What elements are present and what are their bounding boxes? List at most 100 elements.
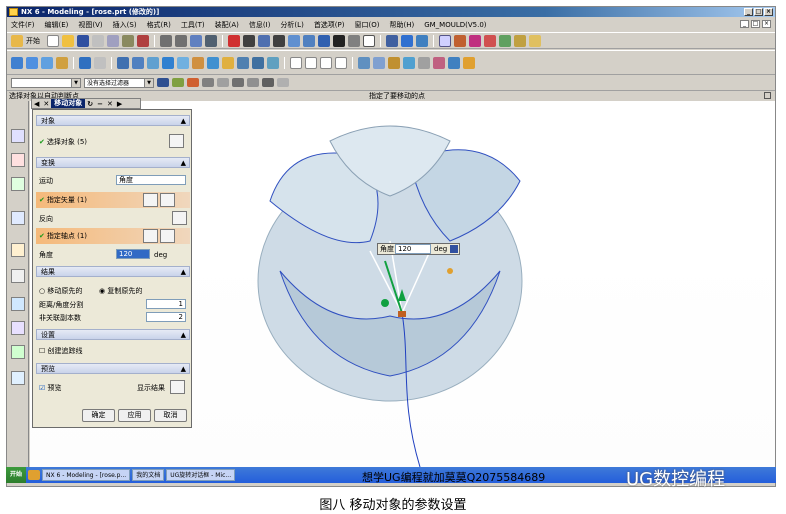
filter-combo[interactable]: 没有选择过滤器 ▼: [84, 77, 154, 88]
menu-preferences[interactable]: 首选项(P): [314, 20, 345, 30]
section-settings[interactable]: 设置 ▲: [36, 329, 190, 340]
transform-icon[interactable]: [433, 56, 445, 69]
vector-dialog-button[interactable]: [143, 193, 158, 207]
assembly-navigator-icon[interactable]: [11, 129, 25, 143]
sweep-icon[interactable]: [41, 56, 53, 69]
plane-icon[interactable]: [484, 34, 496, 47]
line-icon[interactable]: [290, 56, 302, 69]
edge-blend-icon[interactable]: [222, 56, 234, 69]
trim-body-icon[interactable]: [388, 56, 400, 69]
thicken-icon[interactable]: [418, 56, 430, 69]
preview-checkbox[interactable]: ☑ 预览: [39, 383, 62, 393]
axis-point-marker[interactable]: [398, 311, 406, 317]
menu-assemblies[interactable]: 装配(A): [215, 20, 239, 30]
revolve-icon[interactable]: [26, 56, 38, 69]
section-objects[interactable]: 对象 ▲: [36, 115, 190, 126]
select-objects-row[interactable]: ✔ 选择对象 (5): [39, 137, 87, 147]
task-word[interactable]: UG旋转对话框 - Mic...: [166, 469, 236, 481]
crosshair-select-button[interactable]: [169, 134, 184, 148]
unite-icon[interactable]: [117, 56, 129, 69]
menu-file[interactable]: 文件(F): [11, 20, 35, 30]
quick-launch-icon[interactable]: [28, 470, 41, 480]
select-icon[interactable]: [190, 34, 202, 47]
views-icon[interactable]: [348, 34, 360, 47]
open-folder-icon[interactable]: [62, 34, 74, 47]
rotate-icon[interactable]: [273, 34, 285, 47]
dialog-left-arrow-icon[interactable]: ◀: [32, 100, 41, 108]
save-icon[interactable]: [77, 34, 89, 47]
start-icon[interactable]: [11, 34, 23, 47]
section-transform[interactable]: 变换 ▲: [36, 157, 190, 168]
intersect-icon[interactable]: [147, 56, 159, 69]
snap-quadrant-icon[interactable]: [247, 78, 259, 87]
boss-icon[interactable]: [177, 56, 189, 69]
new-file-icon[interactable]: [47, 34, 59, 47]
copy-icon[interactable]: [107, 34, 119, 47]
menu-help[interactable]: 帮助(H): [389, 20, 414, 30]
popup-dropdown-icon[interactable]: [450, 245, 458, 253]
show-result-button[interactable]: [170, 380, 185, 394]
angle-input[interactable]: 120: [116, 249, 150, 259]
point-icon[interactable]: [469, 34, 481, 47]
move-original-radio[interactable]: ○ 移动原先的: [39, 286, 82, 296]
cancel-button[interactable]: 取消: [154, 409, 187, 422]
vector-type-button[interactable]: [160, 193, 175, 207]
datum-icon[interactable]: [454, 34, 466, 47]
subtract-icon[interactable]: [132, 56, 144, 69]
reuse-library-icon[interactable]: [11, 211, 25, 225]
mesh-icon[interactable]: [514, 34, 526, 47]
menu-edit[interactable]: 编辑(E): [45, 20, 69, 30]
selection-scope-icon[interactable]: [157, 78, 169, 87]
web-browser-icon[interactable]: [11, 345, 25, 359]
doc-minimize-button[interactable]: _: [740, 20, 749, 28]
tracking-lines-checkbox[interactable]: ☐ 创建追踪线: [39, 346, 83, 356]
section-result[interactable]: 结果 ▲: [36, 266, 190, 277]
shell-icon[interactable]: [252, 56, 264, 69]
through-curves-icon[interactable]: [373, 56, 385, 69]
measure-icon[interactable]: [463, 56, 475, 69]
menu-window[interactable]: 窗口(O): [355, 20, 380, 30]
section-icon[interactable]: [386, 34, 398, 47]
non-associative-copies-input[interactable]: 2: [146, 312, 186, 322]
zoom-icon[interactable]: [243, 34, 255, 47]
pad-icon[interactable]: [207, 56, 219, 69]
fit-icon[interactable]: [228, 34, 240, 47]
process-studio-icon[interactable]: [11, 297, 25, 311]
angle-popup[interactable]: 角度 120 deg: [377, 243, 460, 255]
csys-icon[interactable]: [499, 34, 511, 47]
paste-icon[interactable]: [122, 34, 134, 47]
dialog-close-x-icon[interactable]: ✕: [41, 100, 51, 108]
hole-icon[interactable]: [162, 56, 174, 69]
menu-tools[interactable]: 工具(T): [181, 20, 205, 30]
snap-intersect-icon[interactable]: [217, 78, 229, 87]
point-type-button[interactable]: [160, 229, 175, 243]
surface-icon[interactable]: [358, 56, 370, 69]
snap-endpoint-icon[interactable]: [172, 78, 184, 87]
history-icon[interactable]: [11, 243, 25, 257]
extrude-icon[interactable]: [11, 56, 23, 69]
redo-icon[interactable]: [175, 34, 187, 47]
distance-angle-div-input[interactable]: 1: [146, 299, 186, 309]
popup-angle-input[interactable]: 120: [395, 244, 431, 254]
motion-select[interactable]: 角度: [116, 175, 186, 185]
doc-restore-button[interactable]: □: [751, 20, 760, 28]
command-finder-icon[interactable]: [205, 34, 217, 47]
offset-curve-icon[interactable]: [335, 56, 347, 69]
snap-center-icon[interactable]: [232, 78, 244, 87]
system-materials-icon[interactable]: [11, 269, 25, 283]
section-preview[interactable]: 预览 ▲: [36, 363, 190, 374]
arc-icon[interactable]: [305, 56, 317, 69]
shaded-icon[interactable]: [318, 34, 330, 47]
point-dialog-button[interactable]: [143, 229, 158, 243]
edit-icon[interactable]: [529, 34, 541, 47]
maximize-button[interactable]: □: [754, 8, 763, 16]
roles-icon[interactable]: [11, 321, 25, 335]
perspective-icon[interactable]: [303, 34, 315, 47]
dialog-reset-icon[interactable]: ↻: [85, 100, 95, 108]
sew-icon[interactable]: [403, 56, 415, 69]
minimize-button[interactable]: _: [744, 8, 753, 16]
dialog-right-arrow-icon[interactable]: ▶: [115, 100, 124, 108]
reverse-direction-button[interactable]: [172, 211, 187, 225]
menu-insert[interactable]: 插入(S): [113, 20, 137, 30]
task-nx[interactable]: NX 6 - Modeling - [rose.p...: [42, 469, 131, 481]
